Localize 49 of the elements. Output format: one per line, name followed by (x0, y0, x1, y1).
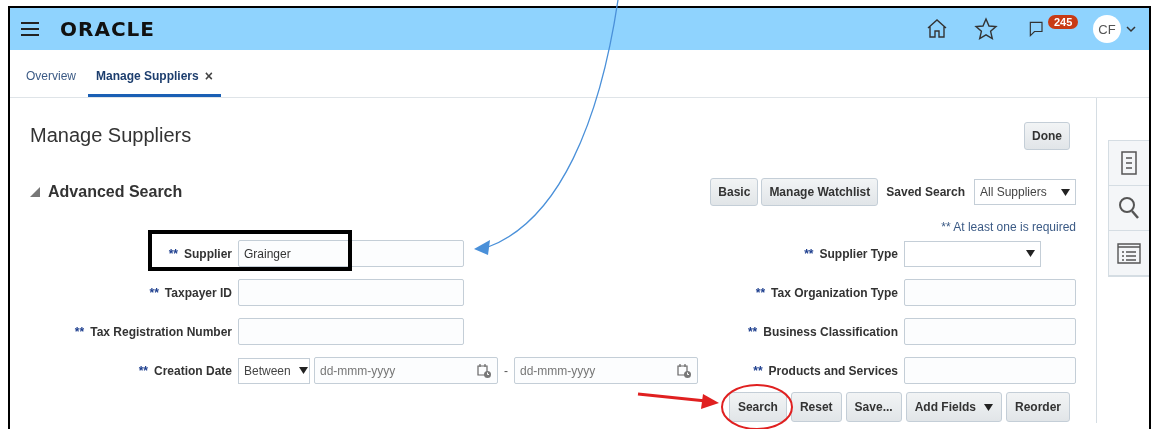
field-label: ** Supplier (168, 246, 232, 261)
action-button[interactable]: Reorder (1006, 392, 1070, 422)
star-icon[interactable] (974, 17, 998, 41)
date-field[interactable]: dd-mmm-yyyy (514, 357, 698, 384)
collapse-icon[interactable] (30, 187, 40, 197)
field-label: ** Tax Registration Number (74, 324, 232, 339)
field-label: ** Taxpayer ID (149, 285, 232, 300)
date-field[interactable]: dd-mmm-yyyy (314, 357, 498, 384)
menu-icon[interactable] (20, 21, 40, 37)
page-title: Manage Suppliers (30, 124, 192, 147)
close-icon[interactable]: × (204, 68, 213, 84)
text-field[interactable] (904, 318, 1076, 345)
dropdown-field[interactable] (904, 240, 1041, 267)
field-label: ** Business Classification (747, 324, 898, 339)
action-button[interactable]: Reset (790, 392, 842, 422)
field-label: ** Tax Organization Type (755, 285, 898, 300)
text-field[interactable] (904, 357, 1076, 384)
action-button[interactable]: Save... (845, 392, 902, 422)
section-title: Advanced Search (48, 183, 183, 201)
text-field[interactable] (238, 279, 464, 306)
caret-icon (1061, 188, 1070, 196)
field-label: ** Supplier Type (804, 246, 898, 261)
text-field[interactable]: Grainger (238, 240, 464, 267)
chevron-down-icon[interactable] (1125, 23, 1137, 35)
tab[interactable]: Overview (18, 50, 84, 97)
toolbar-button[interactable]: Basic (710, 178, 759, 206)
menu-button[interactable]: Add Fields (905, 392, 1002, 422)
field-label: ** Creation Date (138, 363, 232, 378)
caret-icon (1026, 250, 1035, 257)
calendar-icon[interactable] (476, 362, 492, 379)
user-avatar[interactable]: CF (1093, 15, 1121, 43)
operator-dropdown[interactable]: Between (238, 357, 310, 384)
logo: ORACLE (60, 17, 155, 41)
calendar-icon[interactable] (676, 362, 692, 379)
range-separator: - (504, 363, 508, 378)
caret-icon (984, 404, 993, 411)
tab[interactable]: Manage Suppliers × (88, 50, 221, 97)
saved-search-dropdown[interactable]: All Suppliers (974, 179, 1076, 205)
required-note: ** At least one is required (941, 220, 1076, 234)
toolbar-button[interactable]: Manage Watchlist (761, 178, 879, 206)
done-button[interactable]: Done (1024, 121, 1070, 150)
saved-search-label: Saved Search (886, 185, 965, 199)
field-label: ** Products and Services (753, 363, 898, 378)
action-button[interactable]: Search (728, 392, 787, 422)
text-field[interactable] (238, 318, 464, 345)
notification-badge: 245 (1048, 15, 1079, 29)
home-icon[interactable] (925, 17, 949, 41)
text-field[interactable] (904, 279, 1076, 306)
caret-icon (298, 367, 308, 374)
